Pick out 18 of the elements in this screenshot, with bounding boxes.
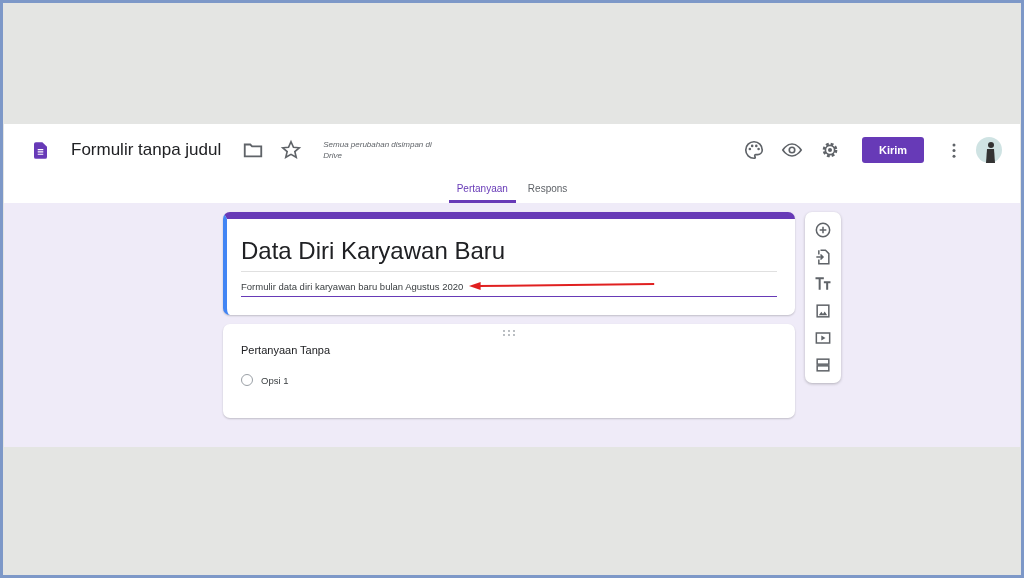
- palette-icon[interactable]: [743, 139, 765, 161]
- avatar-icon[interactable]: [976, 137, 1002, 163]
- form-name[interactable]: Formulir tanpa judul: [71, 140, 222, 160]
- more-icon[interactable]: [952, 142, 956, 158]
- drag-handle-icon[interactable]: [503, 330, 515, 336]
- import-icon[interactable]: [813, 247, 833, 267]
- form-title[interactable]: Data Diri Karyawan Baru: [241, 237, 777, 272]
- option-label[interactable]: Opsi 1: [261, 374, 289, 386]
- image-icon[interactable]: [813, 301, 833, 321]
- tab[interactable]: Respons: [519, 176, 576, 203]
- send-button[interactable]: Kirim: [862, 137, 924, 163]
- question-title[interactable]: Pertanyaan Tanpa: [241, 344, 777, 356]
- forms-logo-icon[interactable]: [34, 141, 47, 159]
- star-icon[interactable]: [280, 139, 303, 161]
- section-icon[interactable]: [813, 355, 833, 375]
- description-field[interactable]: Formulir data diri karyawan baru bulan Agustus 2020: [241, 280, 464, 292]
- save-status: Semua perubahan disimpan di Drive: [323, 139, 433, 161]
- add-question-icon[interactable]: [813, 220, 833, 240]
